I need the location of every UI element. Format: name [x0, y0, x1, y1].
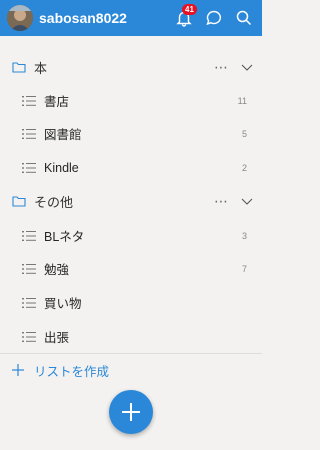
plus-icon — [12, 364, 24, 376]
chevron-down-icon[interactable] — [241, 61, 253, 73]
list-icon — [22, 230, 36, 242]
list-item-label: 出張 — [44, 331, 70, 345]
chat-icon — [205, 9, 223, 27]
app-header: sabosan8022 41 — [0, 0, 262, 36]
avatar[interactable] — [7, 5, 33, 31]
list-item[interactable]: 書店 11 — [0, 84, 262, 117]
list-item[interactable]: Kindle 2 — [0, 151, 262, 184]
list-item[interactable]: 買い物 — [0, 286, 262, 319]
list-item-label: 買い物 — [44, 297, 82, 311]
list-item[interactable]: BLネタ 3 — [0, 219, 262, 252]
list-item-count: 11 — [237, 95, 247, 106]
list-icon — [22, 128, 36, 140]
list-item-label: BLネタ — [44, 230, 85, 244]
list-item[interactable]: 勉強 7 — [0, 252, 262, 285]
plus-icon — [121, 402, 141, 422]
username[interactable]: sabosan8022 — [39, 10, 173, 26]
more-icon[interactable]: ⋯ — [214, 60, 229, 74]
folder-icon — [12, 194, 26, 208]
list-item-count: 2 — [241, 162, 247, 173]
list-item-label: Kindle — [44, 160, 79, 175]
divider — [0, 353, 262, 354]
list-item-count: 3 — [241, 230, 247, 241]
group-label: 本 — [34, 60, 48, 76]
list-item-count: 5 — [241, 128, 247, 139]
list-item-label: 勉強 — [44, 263, 70, 277]
list-icon — [22, 95, 36, 107]
list-icon — [22, 297, 36, 309]
folder-icon — [12, 60, 26, 74]
list-item-label: 書店 — [44, 95, 70, 109]
list-item[interactable]: 出張 — [0, 320, 262, 353]
search-icon — [235, 9, 253, 27]
add-fab-button[interactable] — [109, 390, 153, 434]
chevron-down-icon[interactable] — [241, 195, 253, 207]
list-icon — [22, 331, 36, 343]
list-item-count: 7 — [241, 263, 247, 274]
list-icon — [22, 263, 36, 275]
notification-badge: 41 — [182, 4, 197, 15]
more-icon[interactable]: ⋯ — [214, 194, 229, 208]
create-list-button[interactable]: リストを作成 — [0, 357, 262, 383]
notifications-button[interactable]: 41 — [173, 4, 197, 29]
list-item-label: 図書館 — [44, 128, 82, 142]
chat-button[interactable] — [203, 7, 225, 29]
group-sonota[interactable]: その他 ⋯ — [0, 184, 262, 218]
search-button[interactable] — [233, 7, 255, 29]
list-icon — [22, 162, 36, 174]
list-item[interactable]: 図書館 5 — [0, 117, 262, 150]
group-label: その他 — [34, 194, 74, 210]
group-hon[interactable]: 本 ⋯ — [0, 50, 262, 84]
create-list-label: リストを作成 — [34, 364, 110, 379]
